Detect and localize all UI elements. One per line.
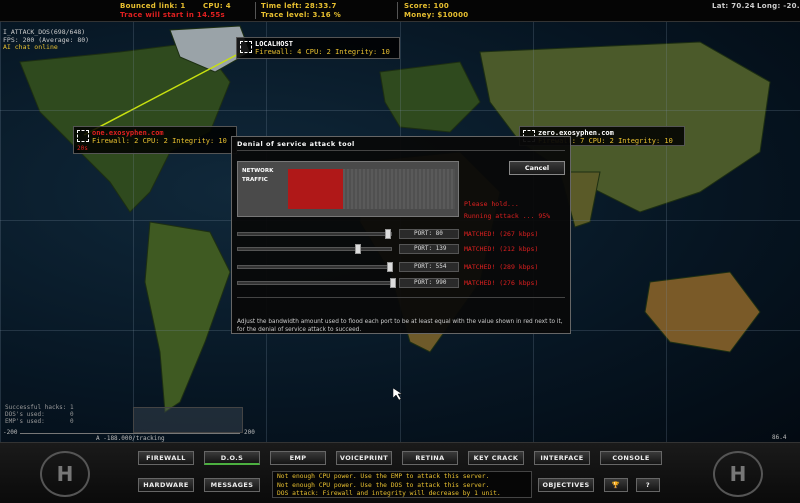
cancel-button[interactable]: Cancel <box>509 161 565 175</box>
dos-button[interactable]: D.O.S <box>204 451 260 465</box>
matched-text: MATCHED! (289 kbps) <box>464 263 539 271</box>
trace-level-text: Trace level: 3.16 % <box>261 11 342 19</box>
port-slider-row: PORT: 139 <box>237 244 459 254</box>
axis-left-label: -200 <box>3 429 18 436</box>
money-text: Money: $10000 <box>404 11 469 19</box>
zoom-label: 86.4 <box>772 434 787 441</box>
map-gridline <box>666 22 667 442</box>
map-gridline <box>133 22 134 442</box>
target-reticle-icon <box>77 130 89 142</box>
help-button[interactable]: ? <box>636 478 660 492</box>
port-label: PORT: 554 <box>399 262 459 272</box>
control-panel: H H FIREWALL D.O.S EMP VOICEPRINT RETINA… <box>0 442 800 503</box>
status-progress-text: Running attack ... 95% <box>464 212 551 220</box>
stat-dos-used: DOS's used: 0 <box>5 411 74 418</box>
network-traffic-graph: NETWORK TRAFFIC <box>237 161 459 217</box>
message-line: DOS attack: Firewall and integrity will … <box>277 490 501 497</box>
dos-attack-dialog: Denial of service attack tool NETWORK TR… <box>231 136 571 334</box>
long-text: Long: -20.16 <box>757 2 800 10</box>
bandwidth-slider-thumb[interactable] <box>387 262 393 272</box>
lat-text: Lat: 70.24 <box>712 2 755 10</box>
logo-left-icon: H <box>40 451 90 497</box>
matched-text: MATCHED! (267 kbps) <box>464 230 539 238</box>
port-label: PORT: 139 <box>399 244 459 254</box>
score-text: Score: 100 <box>404 2 450 10</box>
node-name: one.exosyphen.com <box>92 129 164 137</box>
emp-button[interactable]: EMP <box>270 451 326 465</box>
interface-button[interactable]: INTERFACE <box>534 451 590 465</box>
port-slider-row: PORT: 554 <box>237 262 459 272</box>
logo-right-icon: H <box>713 451 763 497</box>
status-hold-text: Please hold... <box>464 200 519 208</box>
console-button[interactable]: CONSOLE <box>600 451 662 465</box>
axis-bar <box>20 433 240 434</box>
message-log: Not enough CPU power. Use the EMP to att… <box>272 471 532 498</box>
divider <box>397 2 398 19</box>
server-node-localhost[interactable]: LOCALHOST Firewall: 4 CPU: 2 Integrity: … <box>236 37 400 59</box>
dialog-title: Denial of service attack tool <box>237 140 355 148</box>
target-reticle-icon <box>240 41 252 53</box>
tracking-label: A -188.000/tracking <box>96 435 165 442</box>
bounced-link-text: Bounced link: 1 <box>120 2 186 10</box>
tracking-panel <box>133 407 243 433</box>
retina-button[interactable]: RETINA <box>402 451 458 465</box>
matched-text: MATCHED! (212 kbps) <box>464 245 539 253</box>
hardware-button[interactable]: HARDWARE <box>138 478 194 492</box>
firewall-button[interactable]: FIREWALL <box>138 451 194 465</box>
message-line: Not enough CPU power. Use the DOS to att… <box>277 481 490 489</box>
trophy-button[interactable]: 🏆 <box>604 478 628 492</box>
axis-right-label: 200 <box>244 429 255 436</box>
status-bar: Bounced link: 1 CPU: 4 Trace will start … <box>0 0 800 22</box>
trophy-icon: 🏆 <box>611 481 621 489</box>
map-gridline <box>0 110 800 111</box>
hack-stats: Successful hacks: 1 DOS's used: 0 EMP's … <box>5 404 74 425</box>
objectives-button[interactable]: OBJECTIVES <box>538 478 594 492</box>
key-crack-button[interactable]: KEY CRACK <box>468 451 524 465</box>
traffic-bar <box>288 169 343 209</box>
message-line: Not enough CPU power. Use the EMP to att… <box>277 473 490 480</box>
port-label: PORT: 990 <box>399 278 459 288</box>
instructions-text: Adjust the bandwidth amount used to floo… <box>237 319 563 333</box>
port-label: PORT: 80 <box>399 229 459 239</box>
bandwidth-slider-thumb[interactable] <box>385 229 391 239</box>
stat-successful-hacks: Successful hacks: 1 <box>5 404 74 411</box>
bandwidth-slider-track[interactable] <box>237 281 392 285</box>
port-slider-row: PORT: 80 <box>237 229 459 239</box>
port-slider-row: PORT: 990 <box>237 278 459 288</box>
mouse-cursor-icon <box>393 388 403 400</box>
voiceprint-button[interactable]: VOICEPRINT <box>336 451 392 465</box>
cpu-text: CPU: 4 <box>203 2 231 10</box>
australia <box>644 271 761 353</box>
divider <box>237 150 565 151</box>
map-gridline <box>0 22 1 442</box>
stat-emp-used: EMP's used: 0 <box>5 418 74 425</box>
matched-text: MATCHED! (276 kbps) <box>464 279 539 287</box>
messages-button[interactable]: MESSAGES <box>204 478 260 492</box>
europe <box>379 61 481 133</box>
divider <box>237 297 565 298</box>
server-node-one[interactable]: one.exosyphen.com Firewall: 2 CPU: 2 Int… <box>73 126 237 154</box>
bandwidth-slider-track[interactable] <box>237 247 392 251</box>
bandwidth-slider-thumb[interactable] <box>355 244 361 254</box>
ai-chat-text: AI chat online <box>3 43 58 51</box>
bandwidth-slider-track[interactable] <box>237 232 392 236</box>
divider <box>255 2 256 19</box>
node-info: Firewall: 4 CPU: 2 Integrity: 10 <box>255 48 390 56</box>
south-america <box>144 221 231 413</box>
traffic-label: NETWORK TRAFFIC <box>242 168 274 183</box>
bandwidth-slider-thumb[interactable] <box>390 278 396 288</box>
node-timer: 20s <box>77 145 88 152</box>
node-name: LOCALHOST <box>255 40 293 48</box>
time-left-text: Time left: 28:33.7 <box>261 2 337 10</box>
bandwidth-slider-track[interactable] <box>237 265 392 269</box>
traffic-background <box>343 169 455 209</box>
debug-overlay: I_ATTACK_DOS(698/648) FPS: 200 (Average:… <box>3 28 89 52</box>
node-info: Firewall: 2 CPU: 2 Integrity: 10 <box>92 137 227 145</box>
trace-warning-text: Trace will start in 14.55s <box>120 11 226 19</box>
